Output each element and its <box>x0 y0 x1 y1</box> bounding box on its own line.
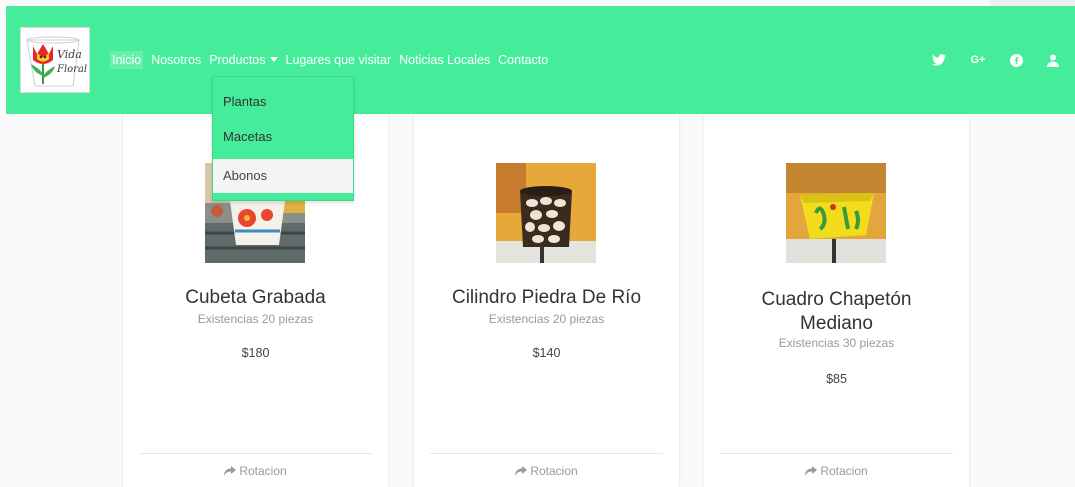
nav-nosotros[interactable]: Nosotros <box>151 51 201 69</box>
product-stock: Existencias 30 piezas <box>778 336 895 350</box>
logo-text-vida: Vida <box>57 48 82 61</box>
facebook-icon[interactable] <box>1008 51 1024 69</box>
product-image[interactable] <box>496 163 596 263</box>
brand-logo[interactable]: Vida Floral <box>20 27 90 93</box>
dropdown-item-macetas[interactable]: Macetas <box>213 120 353 154</box>
nav-lugares[interactable]: Lugares que visitar <box>286 51 392 69</box>
main-menu: Inicio Nosotros Productos Lugares que vi… <box>110 51 556 69</box>
nav-inicio[interactable]: Inicio <box>110 51 144 69</box>
twitter-icon[interactable] <box>931 51 947 69</box>
logo-text-floral: Floral <box>56 64 87 75</box>
productos-dropdown-menu: Plantas Macetas Abonos <box>212 76 354 201</box>
card-divider <box>720 453 953 454</box>
card-divider <box>139 453 372 454</box>
share-icon <box>805 466 818 476</box>
rotacion-link[interactable]: Rotacion <box>414 464 679 478</box>
nav-productos[interactable]: Productos <box>209 51 278 69</box>
product-card: Cuadro Chapetón Mediano Existencias 30 p… <box>704 114 969 487</box>
pot-photo-cuadro <box>786 163 886 263</box>
product-image[interactable] <box>786 163 886 263</box>
product-name: Cubeta Grabada <box>185 287 326 308</box>
rotacion-label: Rotacion <box>530 464 578 478</box>
rotacion-label: Rotacion <box>239 464 287 478</box>
nav-productos-label: Productos <box>209 53 266 67</box>
product-price: $180 <box>241 346 270 360</box>
rotacion-link[interactable]: Rotacion <box>704 464 969 478</box>
nav-contacto[interactable]: Contacto <box>498 51 548 69</box>
user-icon[interactable] <box>1045 51 1061 69</box>
dropdown-item-abonos[interactable]: Abonos <box>213 159 353 193</box>
share-icon <box>515 466 528 476</box>
dropdown-item-plantas[interactable]: Plantas <box>213 85 353 119</box>
product-card: Cilindro Piedra De Río Existencias 20 pi… <box>414 114 679 487</box>
google-plus-label: G+ <box>970 54 986 66</box>
caret-down-icon <box>269 57 278 62</box>
product-price: $85 <box>826 372 847 386</box>
product-name-line1: Cuadro Chapetón <box>761 289 912 310</box>
top-navbar: Vida Floral Inicio Nosotros Productos Lu… <box>6 6 1075 114</box>
product-name: Cilindro Piedra De Río <box>451 287 642 308</box>
product-stock: Existencias 20 piezas <box>197 312 314 326</box>
product-name-line2: Mediano <box>800 313 873 334</box>
product-stock: Existencias 20 piezas <box>488 312 605 326</box>
google-plus-icon[interactable]: G+ <box>968 51 988 69</box>
rotacion-link[interactable]: Rotacion <box>123 464 388 478</box>
nav-noticias[interactable]: Noticias Locales <box>399 51 490 69</box>
share-icon <box>224 466 237 476</box>
rotacion-label: Rotacion <box>820 464 868 478</box>
logo-image: Vida Floral <box>21 28 89 92</box>
pot-photo-cilindro <box>496 163 596 263</box>
card-divider <box>430 453 663 454</box>
product-price: $140 <box>532 346 561 360</box>
